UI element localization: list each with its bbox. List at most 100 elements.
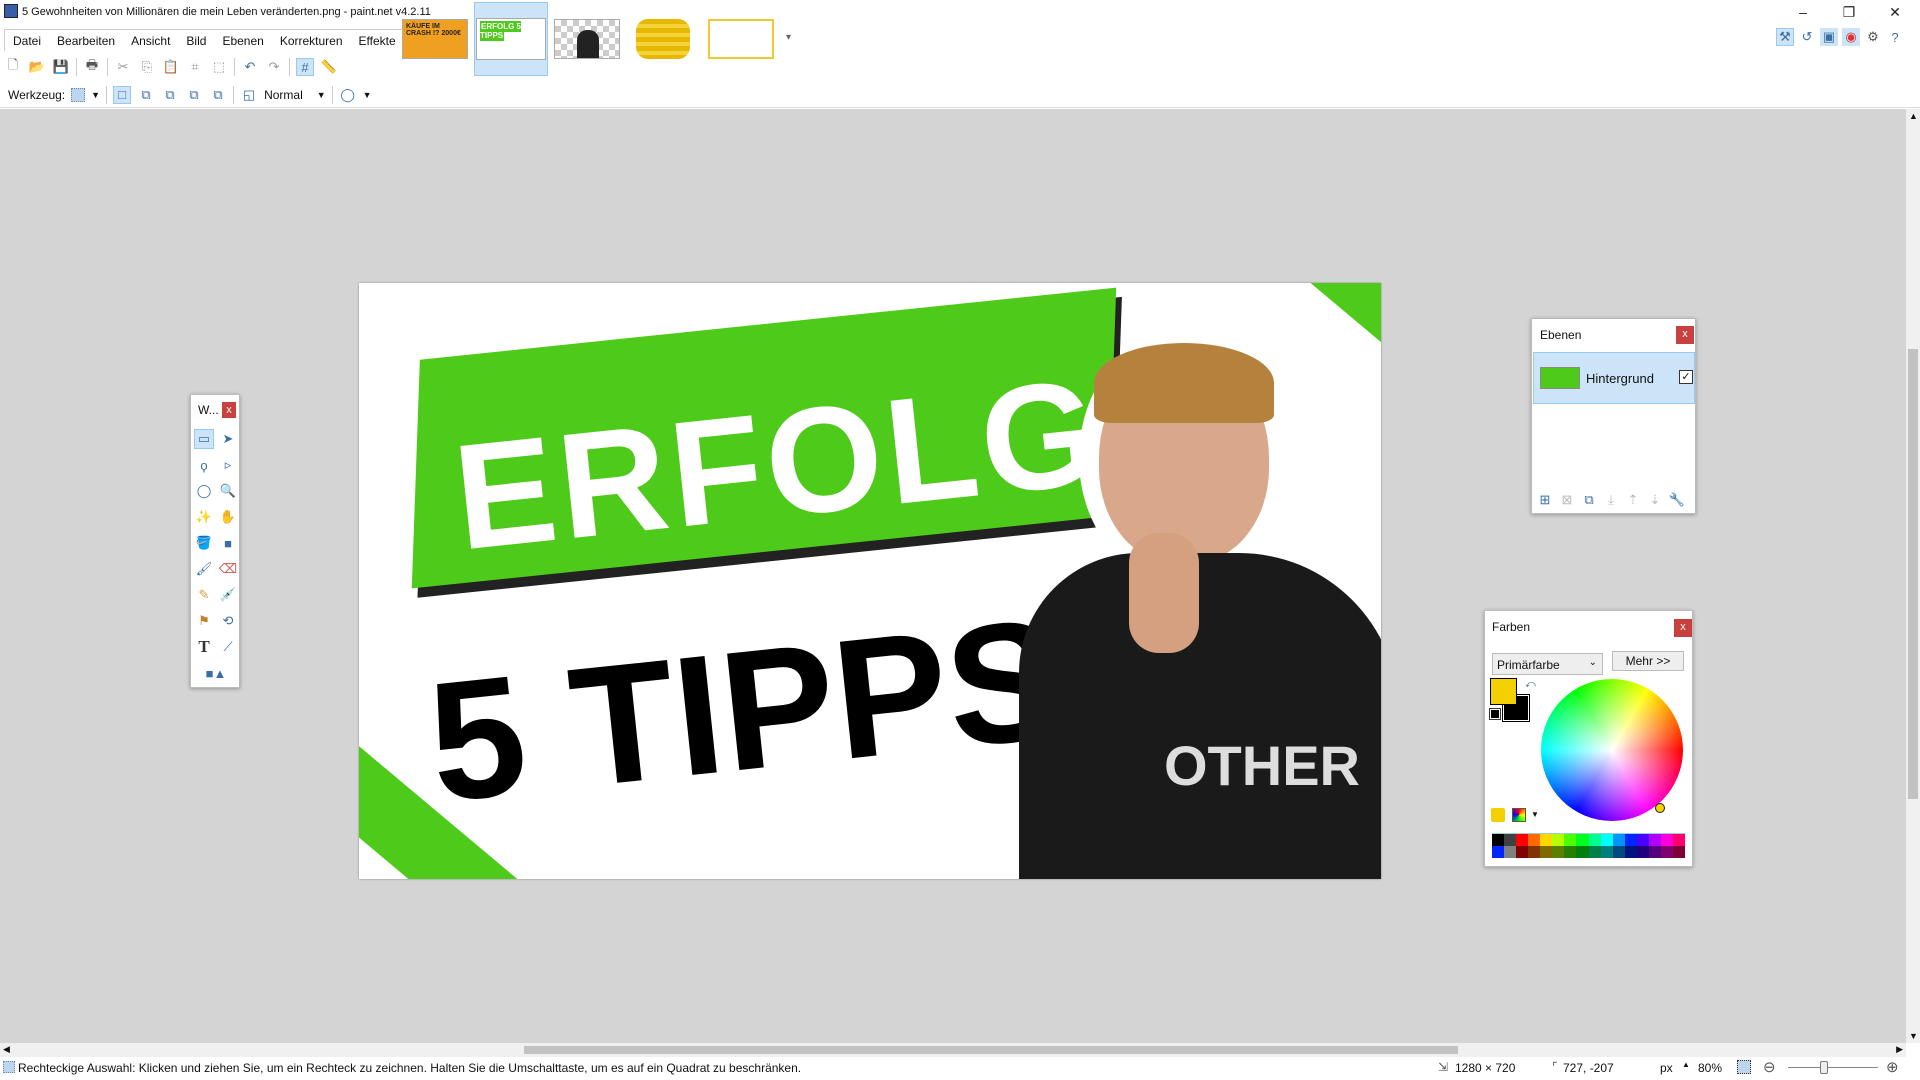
layer-visibility-checkbox[interactable]: ✓ [1679, 370, 1693, 384]
copy-icon[interactable]: ⎘ [138, 58, 156, 76]
print-icon[interactable]: 🖶 [83, 57, 101, 76]
vertical-scrollbar[interactable]: ▲ ▼ [1906, 109, 1920, 1043]
menu-bearbeiten[interactable]: Bearbeiten [49, 30, 123, 51]
antialias-icon[interactable]: ◯ [339, 86, 357, 104]
duplicate-layer-icon[interactable]: ⧉ [1580, 491, 1598, 509]
vertical-scroll-thumb[interactable] [1908, 349, 1918, 799]
palette-swatch[interactable] [1588, 834, 1601, 846]
menu-korrekturen[interactable]: Korrekturen [272, 30, 351, 51]
palette-swatch[interactable] [1552, 846, 1565, 858]
layer-row-hintergrund[interactable]: Hintergrund ✓ [1533, 352, 1695, 404]
new-file-icon[interactable]: 🗋 [4, 57, 22, 76]
palette-swatch[interactable] [1588, 846, 1601, 858]
color-mode-select[interactable]: Primärfarbe ⌄ [1492, 653, 1603, 675]
palette-swatch[interactable] [1528, 846, 1541, 858]
color-wheel-handle[interactable] [1655, 803, 1665, 813]
colors-toggle-icon[interactable]: ◉ [1842, 28, 1860, 46]
help-icon[interactable]: ? [1886, 28, 1904, 46]
palette-swatch[interactable] [1552, 834, 1565, 846]
tool-dropdown-icon[interactable]: ▼ [91, 90, 100, 100]
horizontal-scrollbar[interactable]: ◀ ▶ [0, 1043, 1906, 1057]
palette-swatch[interactable] [1504, 834, 1517, 846]
palette-swatch[interactable] [1516, 834, 1529, 846]
lasso-tool-icon[interactable]: ϙ [194, 455, 214, 475]
add-to-palette-icon[interactable] [1491, 808, 1505, 822]
layer-properties-icon[interactable]: 🔧 [1668, 491, 1686, 509]
palette-swatch[interactable] [1600, 834, 1613, 846]
ruler-icon[interactable]: 📏 [320, 58, 338, 76]
selection-union-icon[interactable]: ⧉ [137, 86, 155, 104]
image-tab-5[interactable] [704, 2, 778, 76]
colors-close-button[interactable]: x [1674, 619, 1692, 637]
palette-swatch[interactable] [1624, 834, 1637, 846]
zoom-out-icon[interactable]: ⊖ [1763, 1058, 1776, 1076]
magic-wand-tool-icon[interactable]: ✨ [194, 507, 214, 527]
zoom-in-icon[interactable]: ⊕ [1886, 1058, 1899, 1076]
menu-effekte[interactable]: Effekte [351, 30, 404, 51]
add-layer-icon[interactable]: ⊞ [1536, 491, 1554, 509]
palette-swatch[interactable] [1648, 834, 1661, 846]
palette-swatch[interactable] [1672, 834, 1685, 846]
image-tab-2[interactable]: ERFOLG 5 TIPPS [474, 2, 548, 76]
paint-bucket-tool-icon[interactable]: 🪣 [194, 533, 214, 553]
palette-swatch[interactable] [1576, 846, 1589, 858]
image-tab-4[interactable] [626, 2, 700, 76]
zoom-to-window-icon[interactable] [1737, 1060, 1751, 1074]
palette-swatch[interactable] [1660, 834, 1673, 846]
history-toggle-icon[interactable]: ↺ [1798, 28, 1816, 46]
selection-exclude-icon[interactable]: ⧉ [161, 86, 179, 104]
close-button[interactable]: ✕ [1872, 0, 1918, 26]
palette-swatch[interactable] [1540, 834, 1553, 846]
line-tool-icon[interactable]: ⟋ [218, 637, 238, 657]
merge-layer-down-icon[interactable]: ⤓ [1602, 491, 1620, 509]
undo-icon[interactable]: ↶ [241, 58, 259, 76]
image-canvas[interactable]: ERFOLG 5 TIPPS OTHER [359, 283, 1381, 879]
pencil-tool-icon[interactable]: ✎ [194, 585, 214, 605]
move-layer-up-icon[interactable]: ⇡ [1624, 491, 1642, 509]
zoom-slider[interactable] [1788, 1061, 1878, 1074]
palette-swatch[interactable] [1612, 834, 1625, 846]
palette-swatch[interactable] [1576, 834, 1589, 846]
menu-ansicht[interactable]: Ansicht [123, 30, 178, 51]
palette-swatch[interactable] [1516, 846, 1529, 858]
settings-icon[interactable]: ⚙ [1864, 28, 1882, 46]
delete-layer-icon[interactable]: ⊠ [1558, 491, 1576, 509]
palette-swatch[interactable] [1528, 834, 1541, 846]
palette-swatch[interactable] [1624, 846, 1637, 858]
unit-select[interactable]: px [1660, 1061, 1673, 1075]
rectangle-select-tool-icon[interactable]: ▭ [194, 429, 214, 449]
horizontal-scroll-thumb[interactable] [524, 1046, 1458, 1054]
paste-icon[interactable]: 📋 [162, 58, 180, 76]
save-icon[interactable]: 💾 [52, 58, 70, 76]
antialias-dropdown-icon[interactable]: ▼ [363, 90, 372, 100]
color-picker-tool-icon[interactable]: 💉 [218, 585, 238, 605]
move-selection-tool-icon[interactable]: ➤ [218, 429, 238, 449]
scroll-right-icon[interactable]: ▶ [1896, 1044, 1903, 1055]
palette-swatch[interactable] [1540, 846, 1553, 858]
zoom-tool-icon[interactable]: 🔍 [218, 481, 238, 501]
menu-bild[interactable]: Bild [178, 30, 214, 51]
palette-swatch[interactable] [1660, 846, 1673, 858]
zoom-level[interactable]: 80% [1698, 1061, 1722, 1075]
blend-dropdown-icon[interactable]: ▼ [317, 90, 326, 100]
redo-icon[interactable]: ↷ [265, 58, 283, 76]
palette-swatch[interactable] [1564, 834, 1577, 846]
palette-swatch[interactable] [1648, 846, 1661, 858]
text-tool-icon[interactable]: T [194, 637, 214, 657]
move-selection-outline-tool-icon[interactable]: ▹ [218, 455, 238, 475]
clone-stamp-tool-icon[interactable]: ⚑ [194, 611, 214, 631]
layers-close-button[interactable]: x [1676, 326, 1694, 344]
blend-mode-select[interactable]: Normal [264, 88, 303, 102]
zoom-slider-thumb[interactable] [1820, 1061, 1828, 1074]
reset-colors-icon[interactable] [1489, 708, 1501, 720]
deselect-icon[interactable]: ⬚ [210, 58, 228, 76]
color-wheel[interactable] [1541, 679, 1683, 821]
palette-swatch[interactable] [1492, 834, 1505, 846]
paintbrush-tool-icon[interactable]: 🖌 [194, 559, 214, 579]
image-tab-3[interactable] [550, 2, 624, 76]
shapes-tool-icon[interactable]: ■▲ [194, 663, 238, 683]
palette-swatch[interactable] [1636, 846, 1649, 858]
image-tab-1[interactable]: KÄUFE IM CRASH !? 2000€ [398, 2, 472, 76]
selection-replace-icon[interactable]: □ [113, 85, 132, 104]
selection-intersect-icon[interactable]: ⧉ [185, 86, 203, 104]
